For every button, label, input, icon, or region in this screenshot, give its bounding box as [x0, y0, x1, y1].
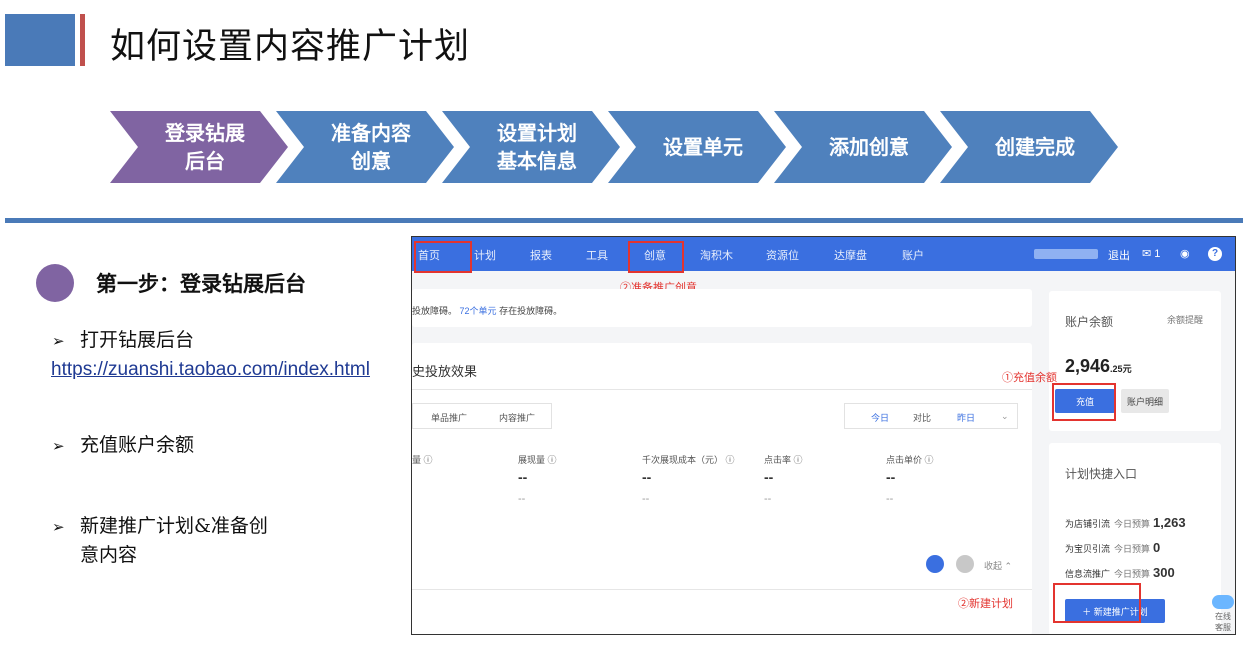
metric-ctr: 点击率 ⓘ: [764, 455, 803, 465]
slide-title: 如何设置内容推广计划: [110, 27, 471, 67]
date-compare[interactable]: 对比: [913, 411, 931, 424]
chevron-down-icon[interactable]: ⌄: [1001, 411, 1009, 422]
header-accent-block: [5, 14, 75, 66]
units-link[interactable]: 72个单元: [460, 306, 497, 316]
divider-rule: [5, 218, 1243, 223]
step-2: 准备内容 创意: [276, 111, 454, 183]
bullet-text: 充值账户余额: [80, 434, 195, 456]
mail-count: 1: [1154, 248, 1161, 260]
step-4-label: 设置单元: [663, 135, 743, 159]
highlight-creative: [628, 241, 684, 273]
account-detail-button[interactable]: 账户明细: [1121, 389, 1169, 413]
date-selector[interactable]: 今日 对比 昨日 ⌄: [844, 403, 1018, 429]
arrow-bullet-icon: ➢: [52, 332, 65, 350]
bullet-text-cont: 意内容: [80, 544, 138, 566]
step-3-line2: 基本信息: [497, 149, 577, 173]
top-nav-bar: 首页 计划 报表 工具 创意 淘积木 资源位 达摩盘 账户 退出 ✉ 1 ◉ ?: [412, 237, 1235, 271]
annotation-new-plan: ②新建计划: [958, 598, 1013, 610]
value-ctr: --: [764, 469, 774, 485]
compare-ctr: --: [764, 493, 772, 505]
weibo-icon[interactable]: ◉: [1180, 247, 1190, 260]
step-2-line2: 创意: [351, 149, 391, 173]
highlight-recharge: [1052, 383, 1116, 421]
quick-row-item[interactable]: 为宝贝引流 今日预算 0: [1065, 540, 1160, 555]
list-view-icon[interactable]: [956, 555, 974, 573]
bullet-text: 打开钻展后台: [80, 329, 195, 351]
highlight-new-plan: [1053, 583, 1141, 623]
nav-damopan[interactable]: 达摩盘: [834, 247, 867, 263]
quick-entry-label: 计划快捷入口: [1065, 467, 1138, 481]
step-6-label: 创建完成: [995, 135, 1075, 159]
backend-url-link[interactable]: https://zuanshi.taobao.com/index.html: [51, 356, 401, 384]
nav-account[interactable]: 账户: [902, 247, 924, 263]
arrow-bullet-icon: ➢: [52, 518, 65, 536]
quick-row-feed[interactable]: 信息流推广 今日预算 300: [1065, 565, 1175, 580]
quick-row-store[interactable]: 为店铺引流 今日预算 1,263: [1065, 515, 1186, 530]
backend-screenshot: 首页 计划 报表 工具 创意 淘积木 资源位 达摩盘 账户 退出 ✉ 1 ◉ ?…: [411, 236, 1236, 635]
compare-cpm: --: [642, 493, 650, 505]
tab-single-item[interactable]: 单品推广: [431, 411, 467, 424]
promotion-tabs: 单品推广 内容推广: [412, 403, 552, 429]
bullet-text: 新建推广计划&准备创: [80, 515, 268, 537]
step-5-label: 添加创意: [829, 135, 909, 159]
step-1-line2: 后台: [185, 149, 225, 173]
nav-tools[interactable]: 工具: [586, 247, 608, 263]
metric-cpm: 千次展现成本（元） ⓘ: [642, 455, 735, 465]
nav-plan[interactable]: 计划: [474, 247, 496, 263]
section-bullet-dot: [36, 264, 74, 302]
nav-report[interactable]: 报表: [530, 247, 552, 263]
logout-link[interactable]: 退出: [1108, 247, 1130, 263]
balance-reminder-link[interactable]: 余额提醒: [1167, 313, 1203, 326]
mail-icon[interactable]: ✉ 1: [1142, 247, 1160, 260]
metric-impressions: 展现量 ⓘ: [518, 455, 557, 465]
annotation-recharge: ①充值余额: [1002, 372, 1057, 384]
balance-amount: 2,946.25元: [1065, 356, 1132, 376]
collapse-toggle[interactable]: 收起 ⌃: [984, 559, 1012, 572]
step-2-line1: 准备内容: [331, 121, 411, 145]
date-yesterday[interactable]: 昨日: [957, 411, 975, 424]
step-4: 设置单元: [608, 111, 786, 183]
step-6: 创建完成: [940, 111, 1118, 183]
step-flow: 登录钻展后台 准备内容创意 设置计划基本信息 设置单元 添加创意 创建完成: [110, 111, 1120, 183]
date-today[interactable]: 今日: [871, 411, 889, 424]
header-accent-bar: [80, 14, 85, 66]
metric-1: 量 ⓘ: [412, 455, 433, 465]
step-1: 登录钻展 后台: [110, 111, 288, 183]
nav-taojimu[interactable]: 淘积木: [700, 247, 733, 263]
bullet-new-plan: ➢ 新建推广计划&准备创 意内容: [52, 512, 268, 569]
account-balance-label: 账户余额: [1065, 315, 1114, 329]
help-icon[interactable]: ?: [1208, 247, 1222, 261]
metric-cpc: 点击单价 ⓘ: [886, 455, 934, 465]
value-cpc: --: [886, 469, 896, 485]
value-impressions: --: [518, 469, 528, 485]
step-3-line1: 设置计划: [497, 121, 577, 145]
compare-impressions: --: [518, 493, 526, 505]
bullet-recharge: ➢ 充值账户余额: [52, 431, 194, 460]
bullet-open-backend: ➢ 打开钻展后台: [52, 326, 194, 355]
service-icon: [1212, 595, 1234, 609]
chart-view-icon[interactable]: [926, 555, 944, 573]
highlight-home: [414, 241, 472, 273]
section-title: 第一步：登录钻展后台: [96, 271, 306, 296]
online-service-widget[interactable]: 在线 客服: [1210, 595, 1235, 633]
nav-resource-slot[interactable]: 资源位: [766, 247, 799, 263]
performance-heading: 史投放效果: [412, 364, 478, 379]
value-cpm: --: [642, 469, 652, 485]
notice-bar: 投放障碍。 72个单元 存在投放障碍。: [412, 289, 1032, 327]
step-5: 添加创意: [774, 111, 952, 183]
performance-card: 史投放效果 单品推广 内容推广 今日 对比 昨日 ⌄ 量 ⓘ 展现量 ⓘ 千次展…: [412, 343, 1032, 634]
step-3: 设置计划 基本信息: [442, 111, 620, 183]
compare-cpc: --: [886, 493, 894, 505]
blurred-username: [1034, 249, 1098, 259]
tab-content[interactable]: 内容推广: [499, 411, 535, 424]
arrow-bullet-icon: ➢: [52, 437, 65, 455]
step-1-line1: 登录钻展: [165, 121, 245, 145]
